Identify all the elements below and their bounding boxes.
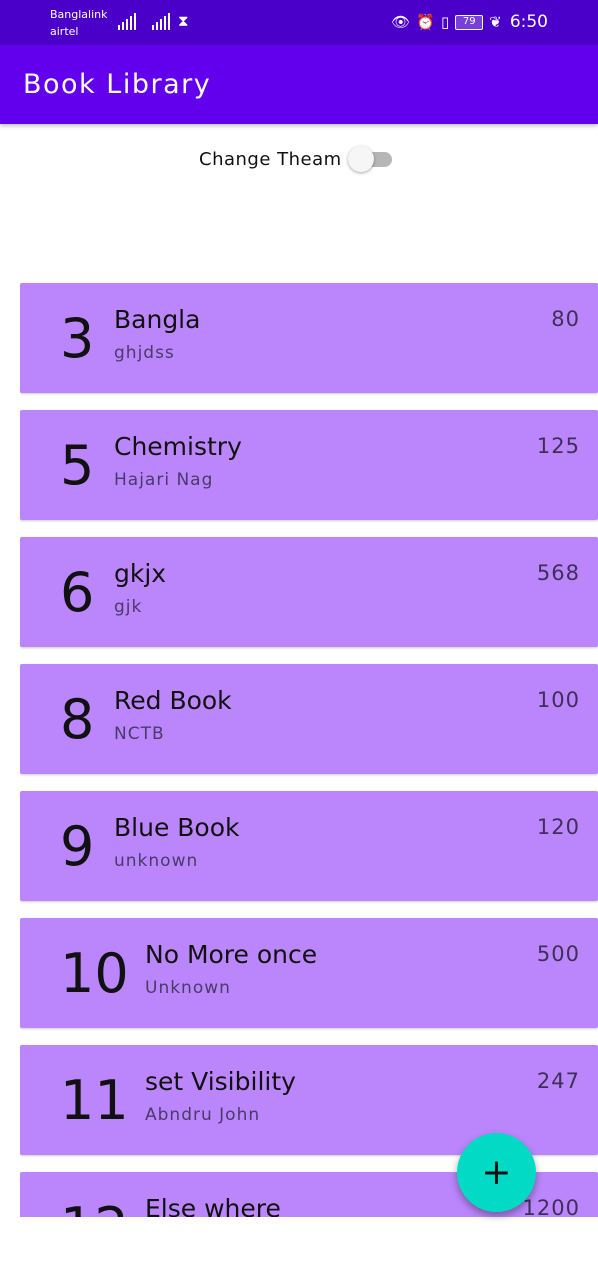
book-card[interactable]: 3 Bangla ghjdss 80 <box>20 283 598 393</box>
book-pages: 247 <box>536 1069 580 1093</box>
alarm-icon: ⏰ <box>416 13 435 31</box>
book-author: Unknown <box>145 978 231 998</box>
battery-icon: 79 <box>455 14 484 30</box>
book-card[interactable]: 6 gkjx gjk 568 <box>20 537 598 647</box>
book-title: gkjx <box>114 559 167 588</box>
carrier-1: Banglalink <box>50 8 108 21</box>
signal-icon <box>118 12 136 30</box>
plus-icon: + <box>481 1151 512 1193</box>
book-author: gjk <box>114 597 143 617</box>
theme-toggle-row: Change Theam <box>199 145 396 173</box>
book-title: Blue Book <box>114 813 240 842</box>
book-author: NCTB <box>114 724 165 744</box>
clock: 6:50 <box>509 12 548 32</box>
book-title: Red Book <box>114 686 232 715</box>
theme-toggle-label: Change Theam <box>199 148 342 170</box>
theme-switch[interactable] <box>347 145 396 173</box>
app-title: Book Library <box>23 69 212 100</box>
book-title: Bangla <box>114 305 201 334</box>
book-author: Abndru John <box>145 1105 261 1125</box>
book-title: set Visibility <box>145 1067 296 1096</box>
book-title: No More once <box>145 940 318 969</box>
book-pages: 500 <box>536 942 580 966</box>
book-author: ghjdss <box>114 343 175 363</box>
switch-thumb[interactable] <box>347 146 374 172</box>
book-pages: 100 <box>536 688 580 712</box>
hourglass-icon: ⧗ <box>178 12 189 30</box>
book-list[interactable]: 3 Bangla ghjdss 80 5 Chemistry Hajari Na… <box>20 283 598 1217</box>
book-author: unknown <box>114 851 199 871</box>
leaf-icon: ❦ <box>489 13 502 31</box>
book-author: Hajari Nag <box>114 470 214 490</box>
status-bar: Banglalink airtel ⧗ 👁 ⏰ ▯ 79 ❦ 6:50 <box>0 0 598 45</box>
book-pages: 125 <box>536 434 580 458</box>
eye-icon: 👁 <box>391 13 411 31</box>
book-pages: 120 <box>536 815 580 839</box>
book-card[interactable]: 9 Blue Book unknown 120 <box>20 791 598 901</box>
book-pages: 80 <box>551 307 580 331</box>
book-card[interactable]: 8 Red Book NCTB 100 <box>20 664 598 774</box>
carrier-names: Banglalink airtel <box>50 6 108 40</box>
book-pages: 1200 <box>522 1196 580 1217</box>
book-title: Chemistry <box>114 432 242 461</box>
add-book-button[interactable]: + <box>457 1133 536 1212</box>
signal-icon <box>152 12 170 30</box>
book-title: Else where <box>145 1194 281 1217</box>
app-bar: Book Library <box>0 45 598 124</box>
book-card[interactable]: 5 Chemistry Hajari Nag 125 <box>20 410 598 520</box>
carrier-2: airtel <box>50 25 79 38</box>
vibrate-icon: ▯ <box>440 13 450 31</box>
book-card[interactable]: 10 No More once Unknown 500 <box>20 918 598 1028</box>
book-pages: 568 <box>536 561 580 585</box>
